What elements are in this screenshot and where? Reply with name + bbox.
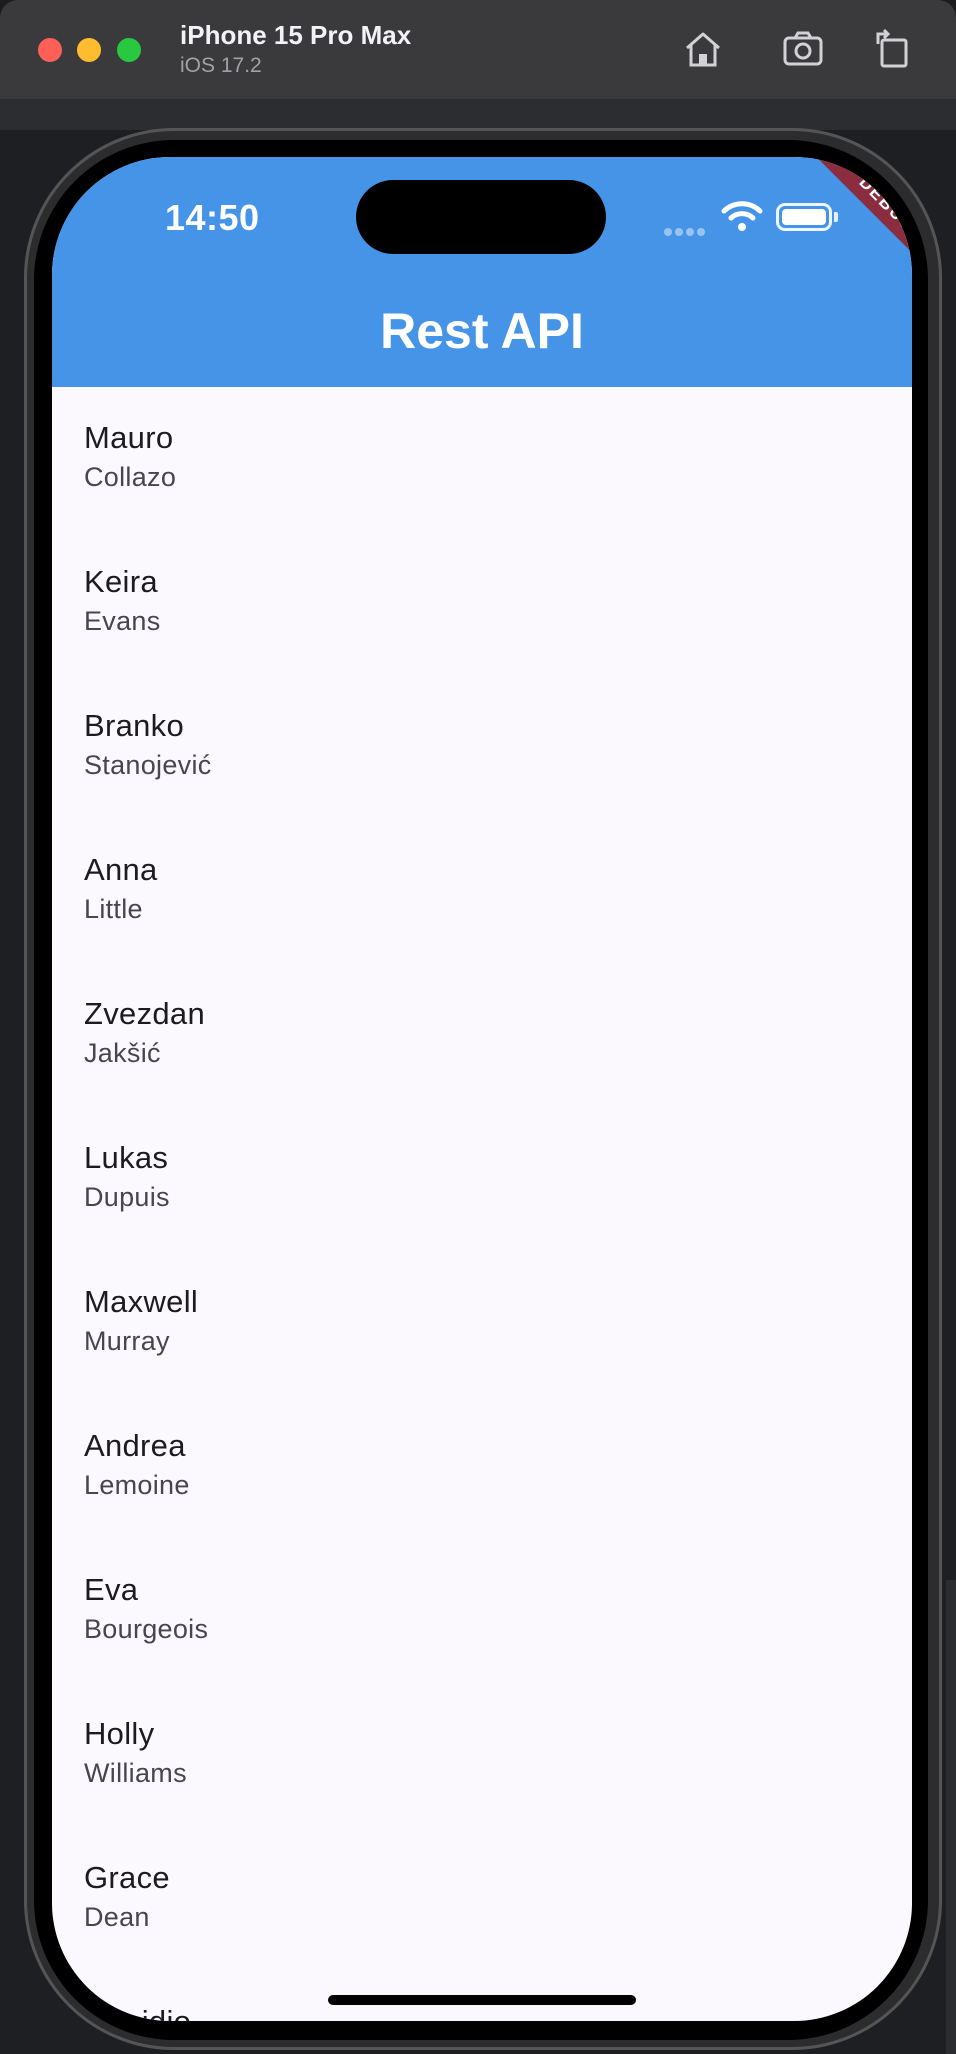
- first-name: Grace: [84, 1860, 170, 1895]
- last-name: Dean: [84, 1902, 150, 1932]
- list-item[interactable]: Holly Williams: [52, 1683, 912, 1827]
- simulator-titlebar: iPhone 15 Pro Max iOS 17.2: [0, 0, 956, 100]
- first-name: Eva: [84, 1572, 139, 1607]
- home-indicator[interactable]: [328, 1995, 636, 2005]
- first-name: Anna: [84, 852, 158, 887]
- list-item[interactable]: Andrea Lemoine: [52, 1395, 912, 1539]
- last-name: Jakšić: [84, 1038, 161, 1068]
- last-name: Bourgeois: [84, 1614, 209, 1644]
- first-name: Lukas: [84, 1140, 169, 1175]
- list-item[interactable]: Anna Little: [52, 819, 912, 963]
- ide-side-panel: [946, 1580, 956, 2054]
- list-item[interactable]: Branko Stanojević: [52, 675, 912, 819]
- last-name: Murray: [84, 1326, 170, 1356]
- os-version: iOS 17.2: [180, 54, 262, 77]
- list-item[interactable]: Eva Bourgeois: [52, 1539, 912, 1683]
- status-time: 14:50: [165, 197, 260, 238]
- first-name: Branko: [84, 708, 185, 743]
- first-name: Andrea: [84, 1428, 186, 1463]
- device-name: iPhone 15 Pro Max: [180, 20, 412, 50]
- list-item[interactable]: Zvezdan Jakšić: [52, 963, 912, 1107]
- first-name: Armidio: [84, 2003, 912, 2021]
- page-title: Rest API: [380, 303, 584, 359]
- ide-tab-strip: [0, 100, 956, 130]
- list-item[interactable]: Lukas Dupuis: [52, 1107, 912, 1251]
- first-name: Mauro: [84, 420, 174, 455]
- wifi-icon: [720, 199, 764, 233]
- dynamic-island: [356, 180, 606, 254]
- last-name: Lemoine: [84, 1470, 190, 1500]
- camera-icon[interactable]: [780, 26, 826, 72]
- battery-icon: [776, 203, 832, 231]
- list-item[interactable]: Keira Evans: [52, 531, 912, 675]
- first-name: Maxwell: [84, 1284, 199, 1319]
- home-icon[interactable]: [680, 26, 726, 72]
- phone-screen: 14:50 DEBUG Rest API Mauro Collazo Keira Ev…: [52, 157, 912, 2021]
- battery-tip: [834, 212, 838, 222]
- last-name: Little: [84, 894, 143, 924]
- zoom-window-button[interactable]: [117, 38, 141, 62]
- last-name: Dupuis: [84, 1182, 170, 1212]
- last-name: Collazo: [84, 462, 177, 492]
- list-item[interactable]: Mauro Collazo: [52, 387, 912, 531]
- list-item[interactable]: Maxwell Murray: [52, 1251, 912, 1395]
- user-list[interactable]: Mauro Collazo Keira Evans Branko Stanojević An…: [52, 387, 912, 2021]
- first-name: Keira: [84, 564, 158, 599]
- minimize-window-button[interactable]: [77, 38, 101, 62]
- close-window-button[interactable]: [38, 38, 62, 62]
- rotate-icon[interactable]: [870, 26, 916, 72]
- last-name: Stanojević: [84, 750, 212, 780]
- app-bar: 14:50 DEBUG Rest API: [52, 157, 912, 387]
- first-name: Zvezdan: [84, 996, 205, 1031]
- last-name: Evans: [84, 606, 161, 636]
- cellular-signal-icon: [664, 223, 708, 241]
- list-item[interactable]: Grace Dean: [52, 1827, 912, 1971]
- first-name: Holly: [84, 1716, 155, 1751]
- last-name: Williams: [84, 1758, 187, 1788]
